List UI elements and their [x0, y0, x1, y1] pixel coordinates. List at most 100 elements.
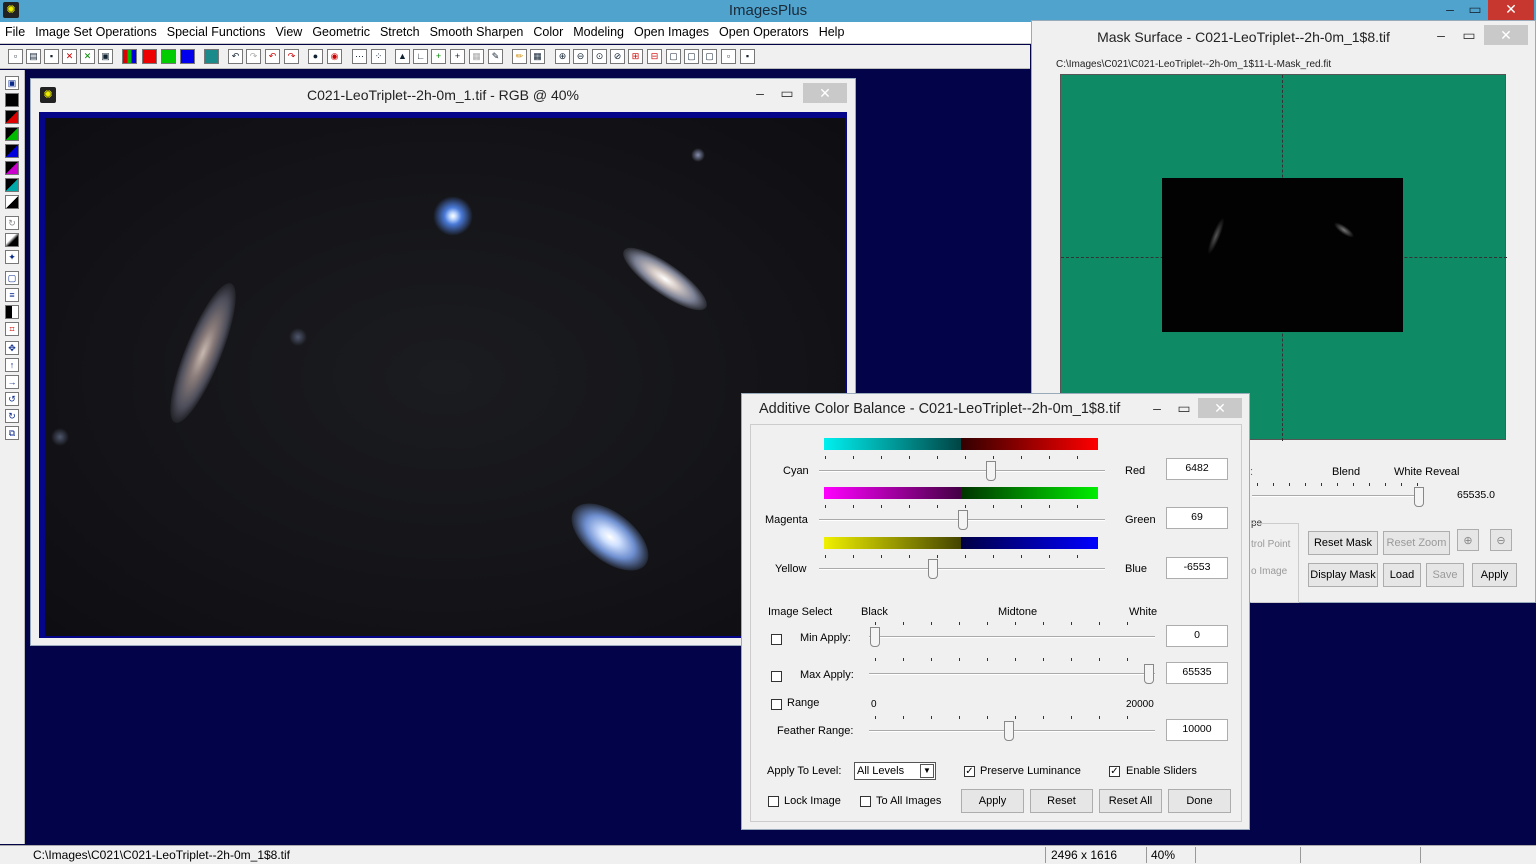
tool-select-icon[interactable]: ▢ [5, 271, 19, 285]
color-balance-dialog[interactable]: Additive Color Balance - C021-LeoTriplet… [741, 393, 1250, 830]
chevron-down-icon[interactable]: ▼ [920, 764, 934, 778]
redo-all-icon[interactable]: ↷ [284, 49, 299, 64]
cb-minimize-icon[interactable]: – [1145, 398, 1169, 418]
tool-up-icon[interactable]: ↑ [5, 358, 19, 372]
open-folder-icon[interactable]: ▤ [26, 49, 41, 64]
tool-blue-icon[interactable] [5, 144, 19, 158]
tool-copy-icon[interactable]: ⧉ [5, 426, 19, 440]
frame-tiny-icon[interactable]: ▫ [721, 49, 736, 64]
undo-icon[interactable]: ↶ [228, 49, 243, 64]
max-apply-field[interactable]: 65535 [1166, 662, 1228, 684]
close-icon[interactable]: ✕ [1488, 0, 1534, 20]
cyan-red-slider[interactable] [985, 461, 996, 481]
apply-to-level-select[interactable]: All Levels ▼ [854, 762, 936, 780]
tool-right-icon[interactable]: → [5, 375, 19, 389]
crosshair-green-icon[interactable]: + [431, 49, 446, 64]
minimize-icon[interactable]: – [1436, 0, 1464, 20]
menu-color[interactable]: Color [528, 22, 568, 39]
min-apply-track[interactable] [869, 636, 1155, 638]
tool-crop-icon[interactable]: ⌗ [5, 322, 19, 336]
menu-open-images[interactable]: Open Images [629, 22, 714, 39]
dotted-line-icon[interactable]: ⋯ [352, 49, 367, 64]
max-apply-slider[interactable] [1144, 664, 1154, 684]
cyan-red-track[interactable] [819, 470, 1105, 472]
reset-zoom-button[interactable]: Reset Zoom [1383, 531, 1450, 555]
close-image-icon[interactable]: ✕ [62, 49, 77, 64]
max-apply-checkbox[interactable] [771, 671, 782, 682]
curve-points-icon[interactable]: ⁘ [371, 49, 386, 64]
tool-lines-icon[interactable]: ≡ [5, 288, 19, 302]
target-tool-icon[interactable]: ◉ [327, 49, 342, 64]
image-window-titlebar[interactable]: ✺ C021-LeoTriplet--2h-0m_1.tif - RGB @ 4… [31, 79, 855, 109]
subtract-red-icon[interactable]: ⊟ [647, 49, 662, 64]
image-canvas[interactable] [39, 112, 847, 638]
mask-window-close-icon[interactable]: ✕ [1484, 25, 1528, 45]
mask-zoom-in-button[interactable]: ⊕ [1457, 529, 1479, 551]
print-icon[interactable]: ▣ [98, 49, 113, 64]
rgb-channels-icon[interactable] [122, 49, 137, 64]
tool-gray-icon[interactable] [5, 195, 19, 209]
min-apply-checkbox[interactable] [771, 634, 782, 645]
tool-gradient-icon[interactable] [5, 233, 19, 247]
mask-load-button[interactable]: Load [1383, 563, 1421, 587]
frame-alt-icon[interactable]: ▢ [684, 49, 699, 64]
curve-icon[interactable]: ∟ [413, 49, 428, 64]
blue-value-field[interactable]: -6553 [1166, 557, 1228, 579]
mask-preview[interactable] [1060, 74, 1507, 441]
zoom-actual-icon[interactable]: ⊘ [610, 49, 625, 64]
cb-reset-button[interactable]: Reset [1030, 789, 1093, 813]
menu-help[interactable]: Help [814, 22, 850, 39]
tool-black-icon[interactable] [5, 305, 19, 319]
yellow-blue-track[interactable] [819, 568, 1105, 570]
zoom-out-icon[interactable]: ⊖ [573, 49, 588, 64]
maximize-icon[interactable]: ▭ [1461, 0, 1489, 20]
table-icon[interactable]: ▦ [530, 49, 545, 64]
close-all-icon[interactable]: ✕ [80, 49, 95, 64]
frame-small-icon[interactable]: ▢ [702, 49, 717, 64]
dot-tool-icon[interactable]: ● [308, 49, 323, 64]
image-window-close-icon[interactable]: ✕ [803, 83, 847, 103]
zoom-in-icon[interactable]: ⊕ [555, 49, 570, 64]
tool-red-icon[interactable] [5, 110, 19, 124]
cb-done-button[interactable]: Done [1168, 789, 1231, 813]
yellow-blue-slider[interactable] [928, 559, 939, 579]
tool-magenta-icon[interactable] [5, 161, 19, 175]
tool-star-icon[interactable]: ✦ [5, 250, 19, 264]
save-icon[interactable]: ▪ [44, 49, 59, 64]
tool-2-icon[interactable] [5, 93, 19, 107]
cb-close-icon[interactable]: ✕ [1198, 398, 1242, 418]
pipette-icon[interactable]: ✎ [488, 49, 503, 64]
mask-save-button[interactable]: Save [1426, 563, 1464, 587]
tool-1-icon[interactable]: ▣ [5, 76, 19, 90]
tool-undo-icon[interactable]: ↺ [5, 392, 19, 406]
tool-move-icon[interactable]: ✥ [5, 341, 19, 355]
min-apply-slider[interactable] [870, 627, 880, 647]
new-file-icon[interactable]: ▫ [8, 49, 23, 64]
cb-maximize-icon[interactable]: ▭ [1172, 398, 1196, 418]
mask-window-minimize-icon[interactable]: – [1429, 25, 1453, 45]
tool-redo-icon[interactable]: ↻ [5, 409, 19, 423]
tool-green-icon[interactable] [5, 127, 19, 141]
red-value-field[interactable]: 6482 [1166, 458, 1228, 480]
red-channel-icon[interactable] [142, 49, 157, 64]
undo-all-icon[interactable]: ↶ [265, 49, 280, 64]
menu-stretch[interactable]: Stretch [375, 22, 425, 39]
pencil-icon[interactable]: ✏ [512, 49, 527, 64]
white-reveal-track[interactable] [1252, 495, 1422, 497]
menu-geometric[interactable]: Geometric [307, 22, 375, 39]
min-apply-field[interactable]: 0 [1166, 625, 1228, 647]
reset-mask-button[interactable]: Reset Mask [1308, 531, 1378, 555]
display-mask-button[interactable]: Display Mask [1308, 563, 1378, 587]
menu-image-set-operations[interactable]: Image Set Operations [30, 22, 162, 39]
to-all-images-checkbox[interactable] [860, 796, 871, 807]
histogram-icon[interactable]: ▲ [395, 49, 410, 64]
image-window[interactable]: ✺ C021-LeoTriplet--2h-0m_1.tif - RGB @ 4… [30, 78, 856, 646]
menu-modeling[interactable]: Modeling [568, 22, 629, 39]
mask-zoom-out-button[interactable]: ⊖ [1490, 529, 1512, 551]
green-channel-icon[interactable] [161, 49, 176, 64]
stop-icon[interactable]: ▪ [740, 49, 755, 64]
mask-icon[interactable] [204, 49, 219, 64]
tool-teal-icon[interactable] [5, 178, 19, 192]
mask-window-maximize-icon[interactable]: ▭ [1457, 25, 1481, 45]
menu-special-functions[interactable]: Special Functions [162, 22, 271, 39]
